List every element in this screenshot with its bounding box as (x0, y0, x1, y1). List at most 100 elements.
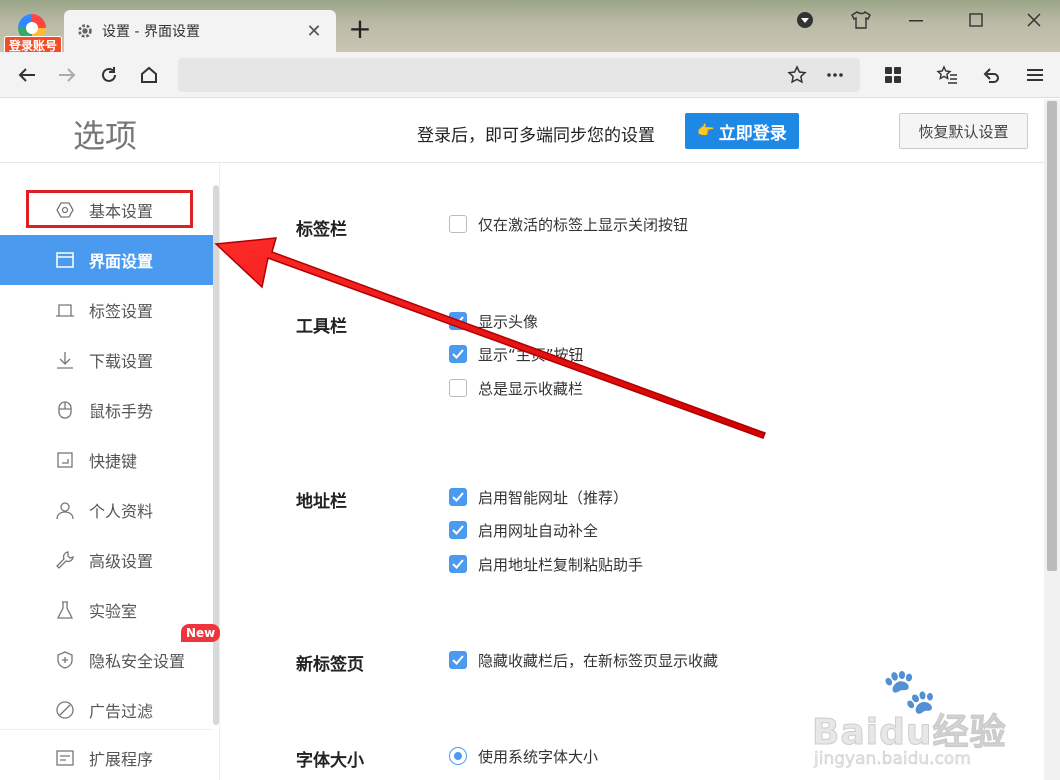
sidebar-item-label: 高级设置 (89, 552, 154, 571)
shield-icon (54, 649, 76, 671)
minimize-icon[interactable] (896, 6, 936, 34)
sidebar-item-label: 广告过滤 (89, 702, 154, 721)
forward-icon[interactable] (52, 60, 82, 90)
extension-icon (54, 747, 76, 769)
checkbox-checked[interactable] (449, 312, 467, 330)
sidebar-scrollbar[interactable] (213, 185, 219, 725)
option-paste-helper[interactable]: 启用地址栏复制粘贴助手 (449, 553, 643, 575)
star-icon[interactable] (782, 60, 812, 90)
refresh-icon[interactable] (94, 60, 124, 90)
option-label: 隐藏收藏栏后，在新标签页显示收藏 (478, 651, 719, 670)
address-bar[interactable] (178, 58, 860, 92)
sidebar-item-advanced[interactable]: 高级设置 (0, 535, 213, 585)
option-show-avatar[interactable]: 显示头像 (449, 310, 538, 332)
sidebar-item-label: 基本设置 (89, 202, 154, 221)
sidebar-item-label: 隐私安全设置 (89, 652, 186, 671)
wrench-icon (54, 549, 76, 571)
option-label: 总是显示收藏栏 (478, 379, 584, 398)
tab-settings[interactable]: 设置 - 界面设置 ✕ (64, 10, 336, 52)
option-system-font-size[interactable]: 使用系统字体大小 (449, 745, 598, 767)
block-icon (54, 699, 76, 721)
skin-shirt-icon[interactable] (841, 6, 881, 34)
pointing-hand-icon: 👉 (697, 123, 715, 139)
option-url-autocomplete[interactable]: 启用网址自动补全 (449, 519, 598, 541)
option-label: 显示“主页”按钮 (478, 345, 584, 364)
checkbox[interactable] (449, 379, 467, 397)
keyboard-icon (54, 449, 76, 471)
sidebar-item-interface[interactable]: 界面设置 (0, 235, 213, 285)
title-bar: 登录账号 设置 - 界面设置 ✕ + (0, 0, 1060, 54)
tab-close-icon[interactable]: ✕ (304, 21, 324, 42)
section-title-tabbar: 标签栏 (296, 220, 347, 240)
option-newtab-show-favorites[interactable]: 隐藏收藏栏后，在新标签页显示收藏 (449, 649, 718, 671)
option-smart-url[interactable]: 启用智能网址（推荐） (449, 486, 628, 508)
favorites-list-icon[interactable] (932, 60, 962, 90)
red-arrow-shape (214, 237, 766, 439)
sidebar-item-label: 实验室 (89, 602, 138, 621)
sidebar-item-label: 个人资料 (89, 502, 154, 521)
sidebar-item-label: 快捷键 (89, 452, 138, 471)
browser-toolbar (0, 52, 1060, 98)
menu-dropdown-icon[interactable] (785, 6, 825, 34)
section-title-newtab: 新标签页 (296, 655, 364, 675)
restore-defaults-button[interactable]: 恢复默认设置 (899, 113, 1028, 149)
apps-grid-icon[interactable] (878, 60, 908, 90)
option-show-home-button[interactable]: 显示“主页”按钮 (449, 343, 584, 365)
settings-sidebar: 基本设置 界面设置 标签设置 下载设置 鼠标手势 快捷键 个人资料 高级设置 实… (0, 163, 220, 780)
sidebar-item-download[interactable]: 下载设置 (0, 335, 213, 385)
option-label: 使用系统字体大小 (478, 747, 599, 766)
back-icon[interactable] (12, 60, 42, 90)
checkbox-checked[interactable] (449, 521, 467, 539)
address-input[interactable] (188, 58, 768, 92)
sidebar-item-label: 下载设置 (89, 352, 154, 371)
watermark-logo: Baidu经验 (811, 712, 1007, 754)
home-icon[interactable] (134, 60, 164, 90)
option-label: 显示头像 (478, 312, 539, 331)
login-now-label: 立即登录 (718, 123, 787, 144)
hexagon-icon (54, 199, 76, 221)
checkbox-checked[interactable] (449, 345, 467, 363)
flask-icon (54, 599, 76, 621)
sidebar-item-extensions[interactable]: 扩展程序 (0, 733, 213, 780)
option-label: 启用地址栏复制粘贴助手 (478, 555, 644, 574)
section-title-fontsize: 字体大小 (296, 751, 364, 771)
option-label: 启用智能网址（推荐） (478, 488, 629, 507)
checkbox-checked[interactable] (449, 488, 467, 506)
avatar[interactable]: 登录账号 (4, 10, 62, 54)
page-scrollbar[interactable] (1044, 99, 1060, 780)
option-close-on-active-tab[interactable]: 仅在激活的标签上显示关闭按钮 (449, 213, 688, 235)
option-label: 仅在激活的标签上显示关闭按钮 (478, 215, 689, 234)
new-tab-button[interactable]: + (344, 14, 376, 46)
sidebar-item-label: 界面设置 (89, 252, 154, 271)
maximize-icon[interactable] (956, 6, 996, 34)
more-icon[interactable] (820, 60, 850, 90)
checkbox-checked[interactable] (449, 555, 467, 573)
checkbox-checked[interactable] (449, 651, 467, 669)
sidebar-item-basic[interactable]: 基本设置 (0, 185, 213, 235)
login-now-button[interactable]: 👉 立即登录 (685, 113, 799, 149)
radio-selected[interactable] (449, 747, 467, 765)
sidebar-item-adblock[interactable]: 广告过滤 (0, 685, 213, 735)
sidebar-item-profile[interactable]: 个人资料 (0, 485, 213, 535)
download-icon (54, 349, 76, 371)
mouse-icon (54, 399, 76, 421)
watermark-url: jingyan.baidu.com (814, 749, 971, 770)
sidebar-item-mouse-gesture[interactable]: 鼠标手势 (0, 385, 213, 435)
sync-prompt: 登录后，即可多端同步您的设置 (417, 126, 655, 146)
tab-icon (54, 299, 76, 321)
user-icon (54, 499, 76, 521)
checkbox[interactable] (449, 215, 467, 233)
sidebar-item-tabs[interactable]: 标签设置 (0, 285, 213, 335)
sidebar-item-shortcuts[interactable]: 快捷键 (0, 435, 213, 485)
close-window-icon[interactable] (1014, 6, 1054, 34)
scrollbar-thumb[interactable] (1047, 101, 1057, 571)
section-title-addressbar: 地址栏 (296, 492, 347, 512)
paw-icon: 🐾 (882, 666, 937, 717)
hamburger-menu-icon[interactable] (1020, 60, 1050, 90)
option-always-show-favorites[interactable]: 总是显示收藏栏 (449, 377, 583, 399)
window-icon (54, 249, 76, 271)
gear-icon (78, 24, 92, 38)
undo-icon[interactable] (976, 60, 1006, 90)
sidebar-item-label: 扩展程序 (89, 750, 154, 769)
sidebar-item-privacy[interactable]: 隐私安全设置 (0, 635, 213, 685)
